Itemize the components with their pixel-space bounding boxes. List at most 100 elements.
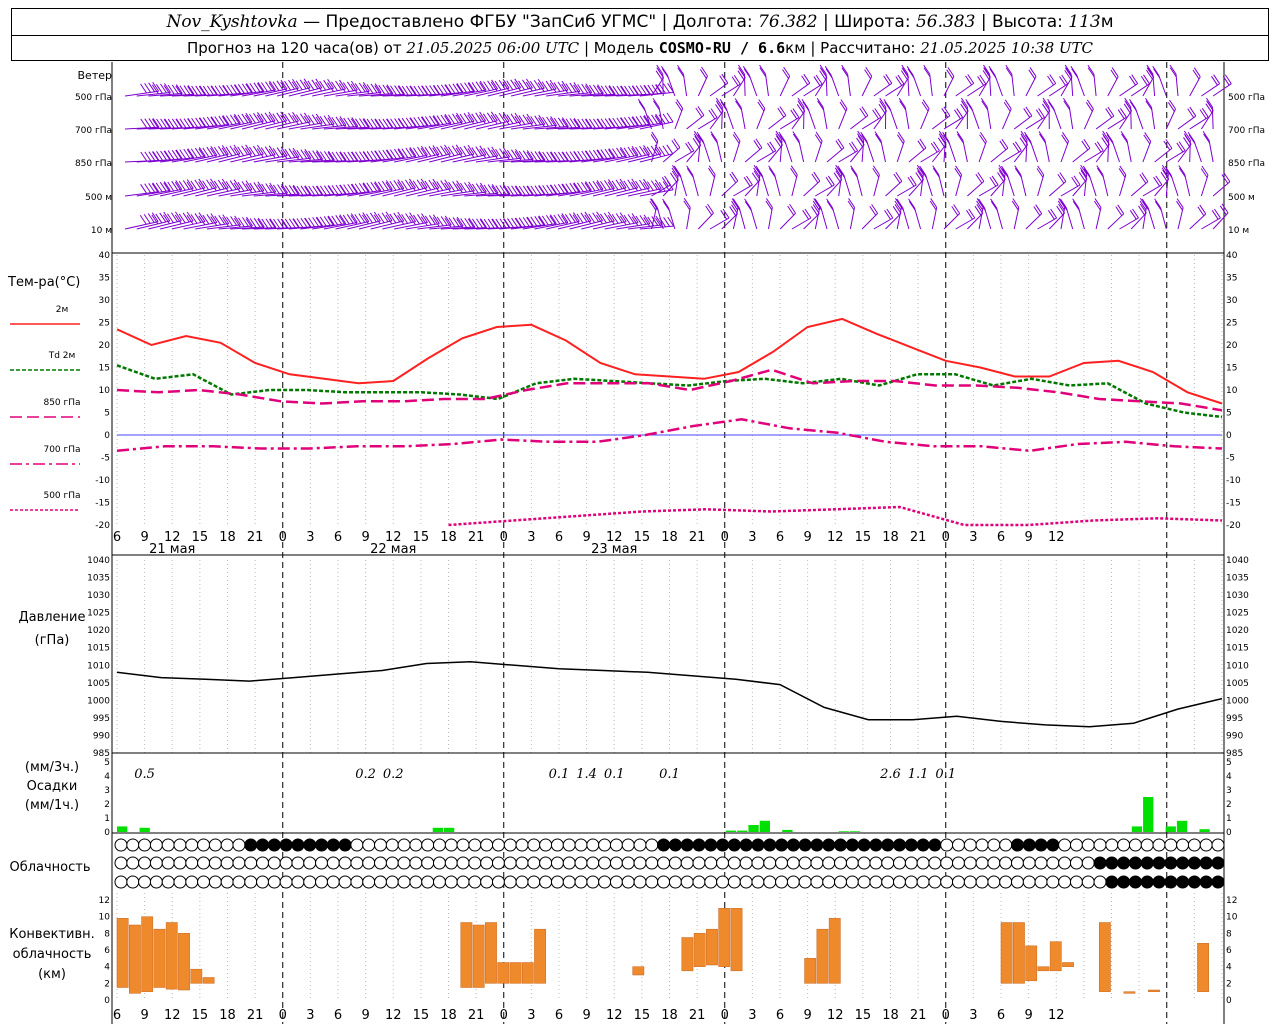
precip-tick-right: 3	[1226, 786, 1232, 796]
cloud-icon	[857, 875, 871, 889]
cloud-icon	[834, 875, 848, 889]
wind-barb-feather	[1028, 69, 1036, 80]
wind-barb-feather	[898, 98, 906, 108]
cloud-icon	[1211, 856, 1225, 870]
cloud-icon	[491, 856, 505, 870]
cloud-icon	[315, 838, 329, 852]
cloud-icon	[775, 856, 789, 870]
cloud-icon	[657, 856, 671, 870]
wind-barb-feather	[989, 176, 997, 187]
cloud-icon	[751, 856, 765, 870]
pressure-tick-left: 1010	[87, 661, 110, 671]
temp-tick-left: -10	[95, 476, 110, 486]
wind-barb	[1020, 174, 1027, 197]
wind-barb-feather	[872, 109, 880, 120]
precip-tick-left: 3	[104, 786, 110, 796]
wind-barb-feather	[1169, 99, 1176, 110]
wind-barb	[984, 207, 992, 230]
conv-bar	[178, 933, 190, 991]
wind-barb	[1147, 207, 1156, 230]
cloud-icon	[256, 856, 270, 870]
conv-bar	[534, 928, 546, 984]
wind-barb-feather	[792, 133, 800, 144]
temp-tick-right: 40	[1226, 251, 1238, 261]
wind-barb-feather	[1073, 175, 1081, 186]
wind-barb-feather	[1193, 67, 1201, 77]
cloud-icon	[515, 856, 529, 870]
temp-tick-left: -20	[95, 521, 110, 531]
wind-barb-feather	[1115, 206, 1123, 216]
temp-tick-right: 10	[1226, 386, 1238, 396]
wind-barb	[880, 140, 886, 163]
wind-barb-feather	[677, 67, 685, 78]
wind-barb	[830, 75, 840, 97]
cloud-icon	[432, 838, 446, 852]
cloud-icon	[539, 875, 553, 889]
cloud-icon	[657, 838, 671, 852]
wind-barb-feather	[759, 64, 766, 75]
cloud-icon	[185, 838, 199, 852]
wind-barb-feather	[662, 198, 669, 209]
conv-tick-left: 10	[99, 913, 111, 923]
wind-barb-feather	[651, 198, 658, 209]
wind-barb	[847, 74, 851, 97]
wind-barb-feather	[1105, 108, 1113, 118]
precip-bar	[838, 831, 849, 832]
cloud-icon	[704, 875, 718, 889]
cloud-icon	[1093, 856, 1107, 870]
cloud-icon	[598, 856, 612, 870]
wind-barb-feather	[755, 138, 763, 149]
cloud-icon	[515, 838, 529, 852]
cloud-icon	[149, 838, 163, 852]
wind-barb-feather	[746, 175, 753, 186]
wind-barb-feather	[825, 68, 833, 79]
wind-barb	[1025, 213, 1043, 230]
conv-bar	[816, 928, 829, 984]
wind-barb	[938, 174, 945, 197]
wind-barb-feather	[803, 73, 811, 84]
temp-tick-right: 0	[1226, 431, 1232, 441]
wind-barb-feather	[1072, 198, 1080, 209]
wind-barb-feather	[1070, 66, 1078, 76]
wind-barb-feather	[1211, 210, 1219, 220]
wind-barb-feather	[782, 69, 789, 79]
wind-barb-feather	[731, 76, 739, 86]
wind-barb-feather	[979, 74, 987, 85]
cloud-icon	[680, 875, 694, 889]
cloud-icon	[208, 875, 222, 889]
cloud-icon	[303, 875, 317, 889]
wind-barb-feather	[878, 103, 886, 114]
wind-barb	[674, 108, 684, 130]
bottom-time-tick: 9	[140, 1008, 148, 1023]
cloud-icon	[928, 856, 942, 870]
precip-tick-left: 2	[104, 800, 110, 810]
wind-barb-feather	[991, 175, 999, 186]
pressure-tick-left: 1005	[87, 679, 110, 689]
wind-barb	[1037, 174, 1045, 197]
cloud-icon	[963, 875, 977, 889]
cloud-icon	[598, 875, 612, 889]
wind-barb-feather	[1038, 131, 1046, 141]
wind-barb-feather	[769, 141, 777, 152]
wind-barb-feather	[705, 205, 713, 216]
cloud-icon	[786, 856, 800, 870]
cloud-icon	[1211, 875, 1225, 889]
precip-tick-left: 4	[104, 772, 110, 782]
precip-tick-right: 1	[1226, 814, 1232, 824]
cloud-icon	[161, 856, 175, 870]
time-tick: 3	[527, 530, 535, 545]
wind-barb-feather	[743, 177, 751, 187]
wind-barb	[1083, 108, 1094, 130]
cloud-icon	[609, 856, 623, 870]
wind-barb-feather	[1139, 174, 1147, 184]
wind-barb-feather	[999, 140, 1007, 151]
conv-bar	[202, 977, 215, 984]
wind-barb-feather	[811, 173, 819, 184]
cloud-icon	[468, 838, 482, 852]
wind-barb	[1006, 174, 1015, 197]
wind-barb	[873, 217, 894, 230]
bottom-time-tick: 6	[776, 1008, 784, 1023]
cloud-icon	[869, 856, 883, 870]
conv-bar	[1148, 989, 1160, 992]
wind-barb	[1130, 181, 1149, 197]
